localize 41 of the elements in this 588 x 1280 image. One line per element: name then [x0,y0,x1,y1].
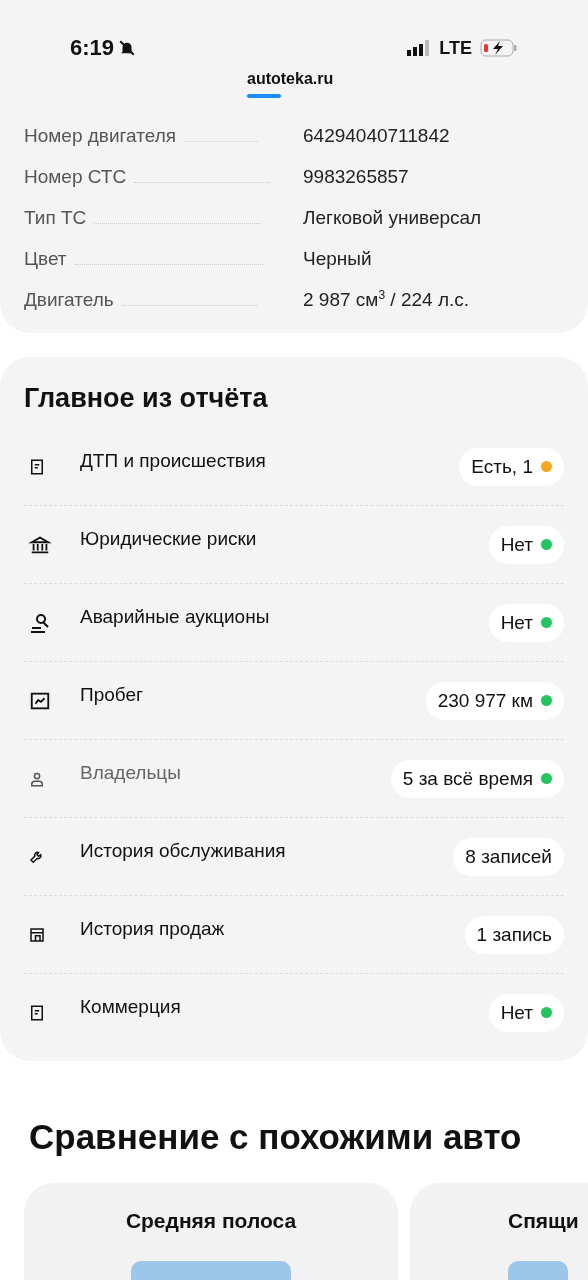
summary-item-label: Юридические риски [80,527,258,550]
section-title: Главное из отчёта [24,383,269,414]
comparison-card-title: Спящи [508,1209,579,1233]
summary-item-label: Владельцы [80,761,182,784]
battery-charging-icon [480,39,518,57]
store-icon [28,925,46,944]
comparison-card[interactable]: Спящи [410,1183,588,1280]
comparison-card-title: Средняя полоса [125,1209,297,1233]
spec-label: Номер СТС [24,166,127,188]
status-badge: Нет [488,525,564,564]
status-badge: 8 записей [453,837,564,876]
bell-muted-icon [118,39,137,57]
summary-item-label: История продаж [80,917,226,940]
status-badge: 230 977 км [425,681,564,720]
section-heading: Сравнение с похожими авто [29,1117,523,1157]
spec-value: Черный [303,248,372,270]
document-icon [28,457,46,476]
status-time: 6:19 [70,35,115,61]
spec-label: Тип ТС [24,207,87,229]
summary-item-label: История обслуживания [80,839,287,862]
spec-value: Легковой универсал [303,207,482,229]
summary-item-label: ДТП и происшествия [80,449,267,472]
status-badge: 1 запись [464,915,564,954]
summary-item-label: Аварийные аукционы [80,605,271,628]
site-domain: autoteka.ru [247,70,334,88]
document-icon [28,1003,46,1022]
status-badge: Есть, 1 [459,447,564,486]
spec-value: 64294040711842 [303,125,450,147]
status-badge: 5 за всё время [390,759,564,798]
spec-label: Номер двигателя [24,125,177,147]
signal-icon [407,40,432,56]
status-badge: Нет [488,993,564,1032]
summary-item-label: Коммерция [80,995,182,1018]
spec-label: Двигатель [24,289,114,311]
status-badge: Нет [488,603,564,642]
network-type: LTE [439,37,472,59]
spec-label: Цвет [24,248,67,270]
comparison-card[interactable]: Средняя полоса [24,1183,398,1280]
summary-item-label: Пробег [80,683,144,706]
spec-value: 9983265857 [303,166,409,188]
spec-value: 2 987 см$^{3}$ / 224 л.с. [303,287,470,311]
